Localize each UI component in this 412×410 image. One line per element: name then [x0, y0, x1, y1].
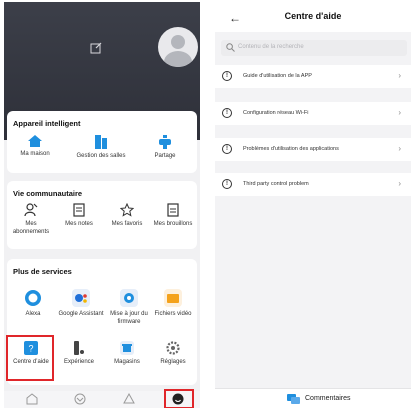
smart-device-card: Appareil intelligent Ma maison Gestion d…: [7, 111, 197, 173]
page-title: Centre d'aide: [284, 11, 342, 21]
list-item[interactable]: ! Problèmes d'utilisation des applicatio…: [215, 138, 411, 161]
comment-icon: [287, 394, 300, 404]
me-tab-highlight: [164, 389, 194, 408]
firmware-update-icon: [120, 289, 138, 307]
list-item[interactable]: ! Guide d'utilisation de la APP ›: [215, 65, 411, 88]
help-center-highlight: [6, 335, 54, 381]
profile-screen: Appareil intelligent Ma maison Gestion d…: [4, 2, 200, 408]
chevron-right-icon: ›: [398, 144, 401, 153]
notes-item[interactable]: Mes notes: [55, 203, 103, 229]
drafts-icon: [167, 203, 179, 217]
experience-icon: [74, 341, 84, 355]
my-home-item[interactable]: Ma maison: [11, 135, 59, 159]
chevron-right-icon: ›: [398, 179, 401, 188]
info-icon: !: [222, 71, 232, 81]
drafts-item[interactable]: Mes brouillons: [149, 203, 197, 229]
section-title: Plus de services: [13, 267, 72, 276]
services-card: Plus de services Alexa Google Assistant: [6, 259, 197, 385]
search-input[interactable]: Contenu de la recherche: [221, 40, 407, 56]
search-icon: [226, 43, 235, 52]
settings-item[interactable]: Réglages: [149, 341, 197, 367]
search-placeholder: Contenu de la recherche: [238, 44, 304, 50]
rooms-item[interactable]: Gestion des salles: [69, 135, 133, 161]
settings-icon: [166, 341, 180, 355]
info-icon: !: [222, 179, 232, 189]
list-item[interactable]: ! Configuration réseau Wi-Fi ›: [215, 102, 411, 125]
rooms-icon: [95, 135, 107, 149]
section-title: Vie communautaire: [13, 189, 83, 198]
share-item[interactable]: Partage: [141, 135, 189, 161]
chevron-right-icon: ›: [398, 71, 401, 80]
alexa-icon: [25, 290, 41, 306]
google-assistant-icon: [72, 289, 90, 307]
chevron-right-icon: ›: [398, 108, 401, 117]
section-title: Appareil intelligent: [13, 119, 81, 128]
bottom-nav: [4, 389, 200, 408]
help-center-screen: ← Centre d'aide Contenu de la recherche …: [215, 2, 411, 408]
list-item[interactable]: ! Third party control problem ›: [215, 173, 411, 196]
info-icon: !: [222, 144, 232, 154]
edit-icon[interactable]: [90, 42, 102, 54]
community-card: Vie communautaire Mes abonnements Mes no…: [7, 181, 197, 249]
store-item[interactable]: Magasins: [103, 341, 151, 367]
info-icon: !: [222, 108, 232, 118]
feedback-button[interactable]: Commentaires: [215, 388, 411, 408]
video-files-item[interactable]: Fichiers vidéo: [149, 289, 197, 319]
subscriptions-item[interactable]: Mes abonnements: [7, 203, 55, 236]
star-icon: [120, 203, 134, 217]
alexa-item[interactable]: Alexa: [9, 289, 57, 319]
firmware-update-item[interactable]: Mise à jour du firmware: [105, 289, 153, 326]
home-icon[interactable]: [26, 393, 38, 405]
header: ← Centre d'aide: [215, 2, 411, 32]
google-assistant-item[interactable]: Google Assistant: [57, 289, 105, 319]
mall-icon[interactable]: [123, 393, 135, 405]
notes-icon: [73, 203, 85, 217]
avatar[interactable]: [158, 27, 198, 67]
house-icon: [28, 135, 42, 147]
smart-icon[interactable]: [74, 393, 86, 405]
video-files-icon: [164, 289, 182, 307]
experience-item[interactable]: Expérience: [55, 341, 103, 367]
subscriptions-icon: [24, 203, 38, 217]
store-icon: [120, 341, 134, 355]
share-icon: [159, 135, 171, 149]
favorites-item[interactable]: Mes favoris: [103, 203, 151, 229]
